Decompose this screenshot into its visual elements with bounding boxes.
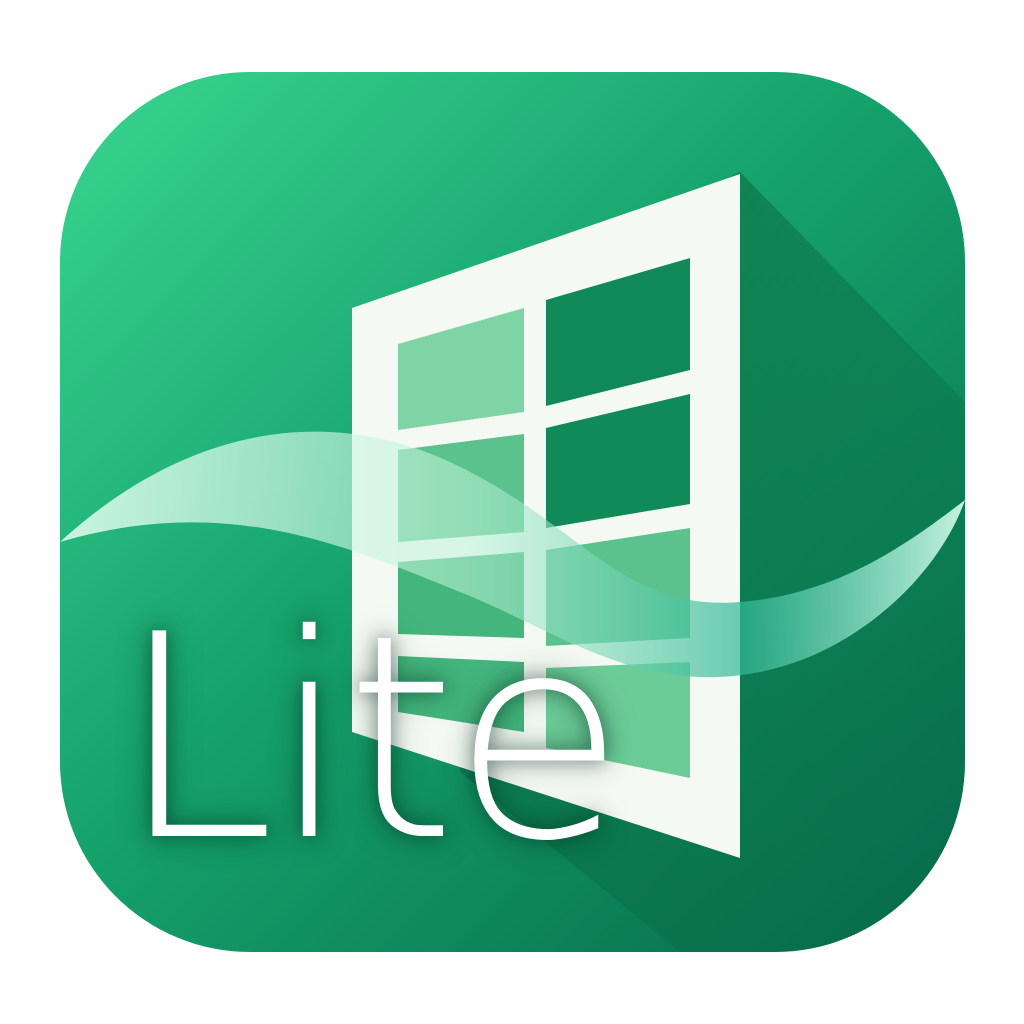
app-icon-canvas: Lite xyxy=(0,0,1024,1024)
lite-badge-text: Lite xyxy=(118,574,626,903)
